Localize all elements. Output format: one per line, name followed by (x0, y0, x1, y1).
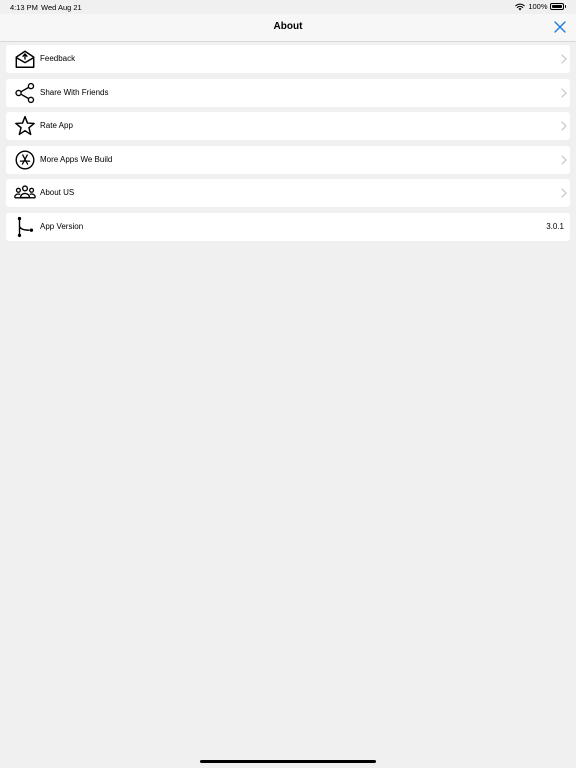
close-icon[interactable] (553, 20, 567, 34)
app-version-label: App Version (40, 221, 84, 231)
menu-item-label: Share With Friends (40, 87, 109, 97)
menu-item-label: Rate App (40, 121, 73, 131)
menu-item-feedback[interactable]: Feedback (6, 45, 570, 73)
status-time: 4:13 PM (10, 3, 38, 12)
status-date: Wed Aug 21 (41, 3, 82, 12)
menu-item-share[interactable]: Share With Friends (6, 78, 570, 107)
chevron-right-icon (561, 121, 567, 131)
branch-icon (17, 216, 34, 238)
app-store-icon (15, 150, 35, 170)
share-icon (15, 82, 35, 103)
menu-item-more-apps[interactable]: More Apps We Build (6, 145, 570, 174)
app-version-value: 3.0.1 (546, 221, 564, 231)
menu-item-rate[interactable]: Rate App (6, 112, 570, 141)
menu-item-label: About US (40, 188, 75, 198)
chevron-right-icon (561, 54, 567, 64)
home-indicator[interactable] (200, 760, 376, 763)
battery-percent: 100% (528, 2, 548, 11)
status-bar: 4:13 PM Wed Aug 21 100% (0, 0, 576, 14)
chevron-right-icon (561, 87, 567, 98)
page-title: About (273, 21, 303, 32)
chevron-right-icon (561, 155, 567, 165)
battery-icon (549, 3, 564, 10)
wifi-icon (515, 3, 526, 10)
group-icon (14, 185, 36, 199)
envelope-open-icon (15, 50, 35, 68)
menu-item-about-us[interactable]: About US (6, 179, 570, 208)
star-icon (15, 116, 35, 136)
menu-item-label: Feedback (40, 54, 76, 63)
navigation-bar: About (0, 14, 576, 42)
menu-item-label: More Apps We Build (40, 154, 113, 164)
chevron-right-icon (561, 188, 567, 198)
status-indicators: 100% (515, 2, 566, 11)
app-version-row: App Version 3.0.1 (6, 212, 570, 241)
about-menu-list: Feedback Share With Friends Rate App Mor… (6, 45, 570, 247)
